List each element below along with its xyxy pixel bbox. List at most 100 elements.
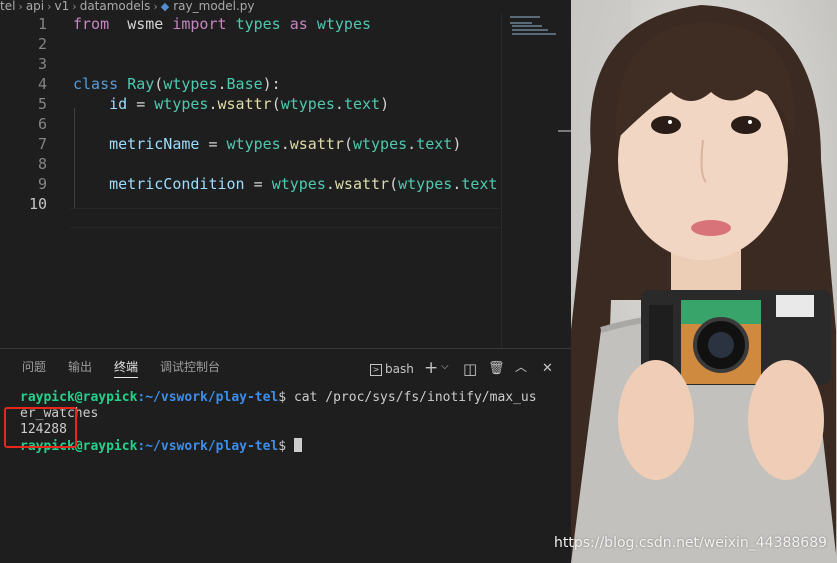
- line-number: 6: [37, 115, 47, 133]
- minimap-line: [512, 29, 548, 31]
- code-token: wtypes: [154, 95, 209, 113]
- editor-area: tel › api › v1 › datamodels › ◆ ray_model.py 1 fro…: [0, 0, 571, 348]
- code-line: 2: [0, 34, 500, 54]
- code-token: ): [452, 135, 462, 153]
- line-number: 1: [37, 15, 47, 33]
- code-token: wtypes: [226, 135, 281, 153]
- code-token: wtypes: [280, 95, 335, 113]
- code-token: wtypes: [316, 15, 372, 33]
- code-token: wsattr: [289, 135, 344, 153]
- line-number: 8: [37, 155, 47, 173]
- code-token: wsme: [127, 15, 164, 33]
- line-number: 3: [37, 55, 47, 73]
- line-number: 5: [37, 95, 47, 113]
- new-terminal-button[interactable]: +: [424, 358, 438, 378]
- minimap[interactable]: [501, 14, 559, 348]
- tab-output[interactable]: 输出: [68, 359, 92, 377]
- code-token: wsattr: [217, 95, 272, 113]
- shell-name: bash: [385, 362, 414, 376]
- code-editor[interactable]: 1 from wsme import types as wtypes 2 3 4 clas…: [0, 14, 571, 348]
- breadcrumb-item-api[interactable]: api: [26, 0, 44, 12]
- python-file-icon: ◆: [160, 0, 170, 13]
- chevron-right-icon: ›: [72, 0, 77, 13]
- code-text: from wsme import types as wtypes: [73, 14, 371, 34]
- code-token: (: [389, 175, 399, 193]
- panel-tabs: 问题 输出 终端 调试控制台: [0, 349, 571, 385]
- code-token: class: [73, 75, 119, 93]
- minimap-line: [512, 33, 556, 35]
- maximize-panel-icon[interactable]: ︿: [515, 357, 527, 377]
- code-token: wtypes: [398, 175, 453, 193]
- code-token: wsattr: [334, 175, 390, 193]
- code-line: 10: [0, 194, 500, 214]
- breadcrumb-item-v1[interactable]: v1: [55, 0, 70, 12]
- tab-problems[interactable]: 问题: [22, 359, 46, 377]
- code-token: Ray: [127, 75, 155, 93]
- code-token: text: [416, 135, 453, 153]
- code-token: metricCondition: [109, 175, 245, 193]
- line-number: 2: [37, 35, 47, 53]
- code-line: 9 metricCondition = wtypes.wsattr(wtypes…: [0, 174, 500, 194]
- photo-girl-with-camera: [571, 0, 837, 563]
- terminal-cursor: [293, 438, 302, 452]
- watermark-text: https://blog.csdn.net/weixin_44388689: [554, 535, 828, 551]
- code-line: 7 metricName = wtypes.wsattr(wtypes.text…: [0, 134, 500, 154]
- breadcrumb-item-file[interactable]: ray_model.py: [173, 0, 254, 12]
- code-token: .: [334, 95, 344, 113]
- terminal-user-host: raypick@raypick: [20, 390, 138, 405]
- terminal-output[interactable]: raypick@raypick:~/vswork/play-tel$ cat /…: [20, 390, 565, 454]
- code-text: class Ray(wtypes.Base):: [73, 74, 281, 94]
- split-terminal-icon[interactable]: ◫: [463, 359, 477, 379]
- code-token: =: [244, 175, 272, 193]
- minimap-line: [512, 25, 542, 27]
- code-token: wtypes: [163, 75, 218, 93]
- terminal-prompt: $: [278, 390, 287, 405]
- code-token: wtypes: [352, 135, 408, 153]
- code-token: id: [109, 95, 128, 113]
- code-token: .: [280, 135, 290, 153]
- bottom-panel: 问题 输出 终端 调试控制台 > bash + ⌵ ◫ 🗑 ︿ ✕ raypick…: [0, 348, 571, 563]
- line-number: 4: [37, 75, 47, 93]
- breadcrumb-item-tel[interactable]: tel: [0, 0, 15, 12]
- code-token: from: [73, 15, 110, 33]
- chevron-right-icon: ›: [18, 0, 23, 13]
- terminal-path: :~/vswork/play-tel: [137, 390, 279, 405]
- minimap-line: [510, 22, 532, 24]
- code-line: 5 id = wtypes.wsattr(wtypes.text): [0, 94, 500, 114]
- code-text: metricName = wtypes.wsattr(wtypes.text): [73, 134, 461, 154]
- minimap-line: [510, 16, 540, 18]
- terminal-command: cat /proc/sys/fs/inotify/max_us: [286, 390, 537, 405]
- code-token: =: [199, 135, 227, 153]
- code-line: 4 class Ray(wtypes.Base):: [0, 74, 500, 94]
- annotation-highlight-box: [4, 407, 77, 448]
- code-line: 3: [0, 54, 500, 74]
- terminal-selector[interactable]: > bash: [370, 359, 414, 380]
- terminal-line: raypick@raypick:~/vswork/play-tel$: [20, 438, 565, 454]
- breadcrumb-item-datamodels[interactable]: datamodels: [80, 0, 151, 12]
- photo-illustration: [571, 0, 837, 563]
- code-token: (: [154, 75, 164, 93]
- code-token: =: [127, 95, 155, 113]
- code-token: as: [289, 15, 308, 33]
- tab-debug-console[interactable]: 调试控制台: [160, 359, 220, 377]
- code-token: .: [407, 135, 417, 153]
- code-line: 6: [0, 114, 500, 134]
- scrollbar-marker[interactable]: [558, 130, 571, 132]
- terminal-path: :~/vswork/play-tel: [137, 439, 279, 454]
- terminal-icon: >: [370, 363, 382, 376]
- chevron-right-icon: ›: [153, 0, 158, 13]
- tab-terminal[interactable]: 终端: [114, 359, 139, 378]
- chevron-right-icon: ›: [47, 0, 52, 13]
- close-panel-icon[interactable]: ✕: [542, 359, 553, 379]
- trash-icon[interactable]: 🗑: [488, 359, 505, 379]
- code-token: text: [343, 95, 381, 113]
- chevron-down-icon[interactable]: ⌵: [441, 357, 449, 377]
- code-token: Base: [226, 75, 263, 93]
